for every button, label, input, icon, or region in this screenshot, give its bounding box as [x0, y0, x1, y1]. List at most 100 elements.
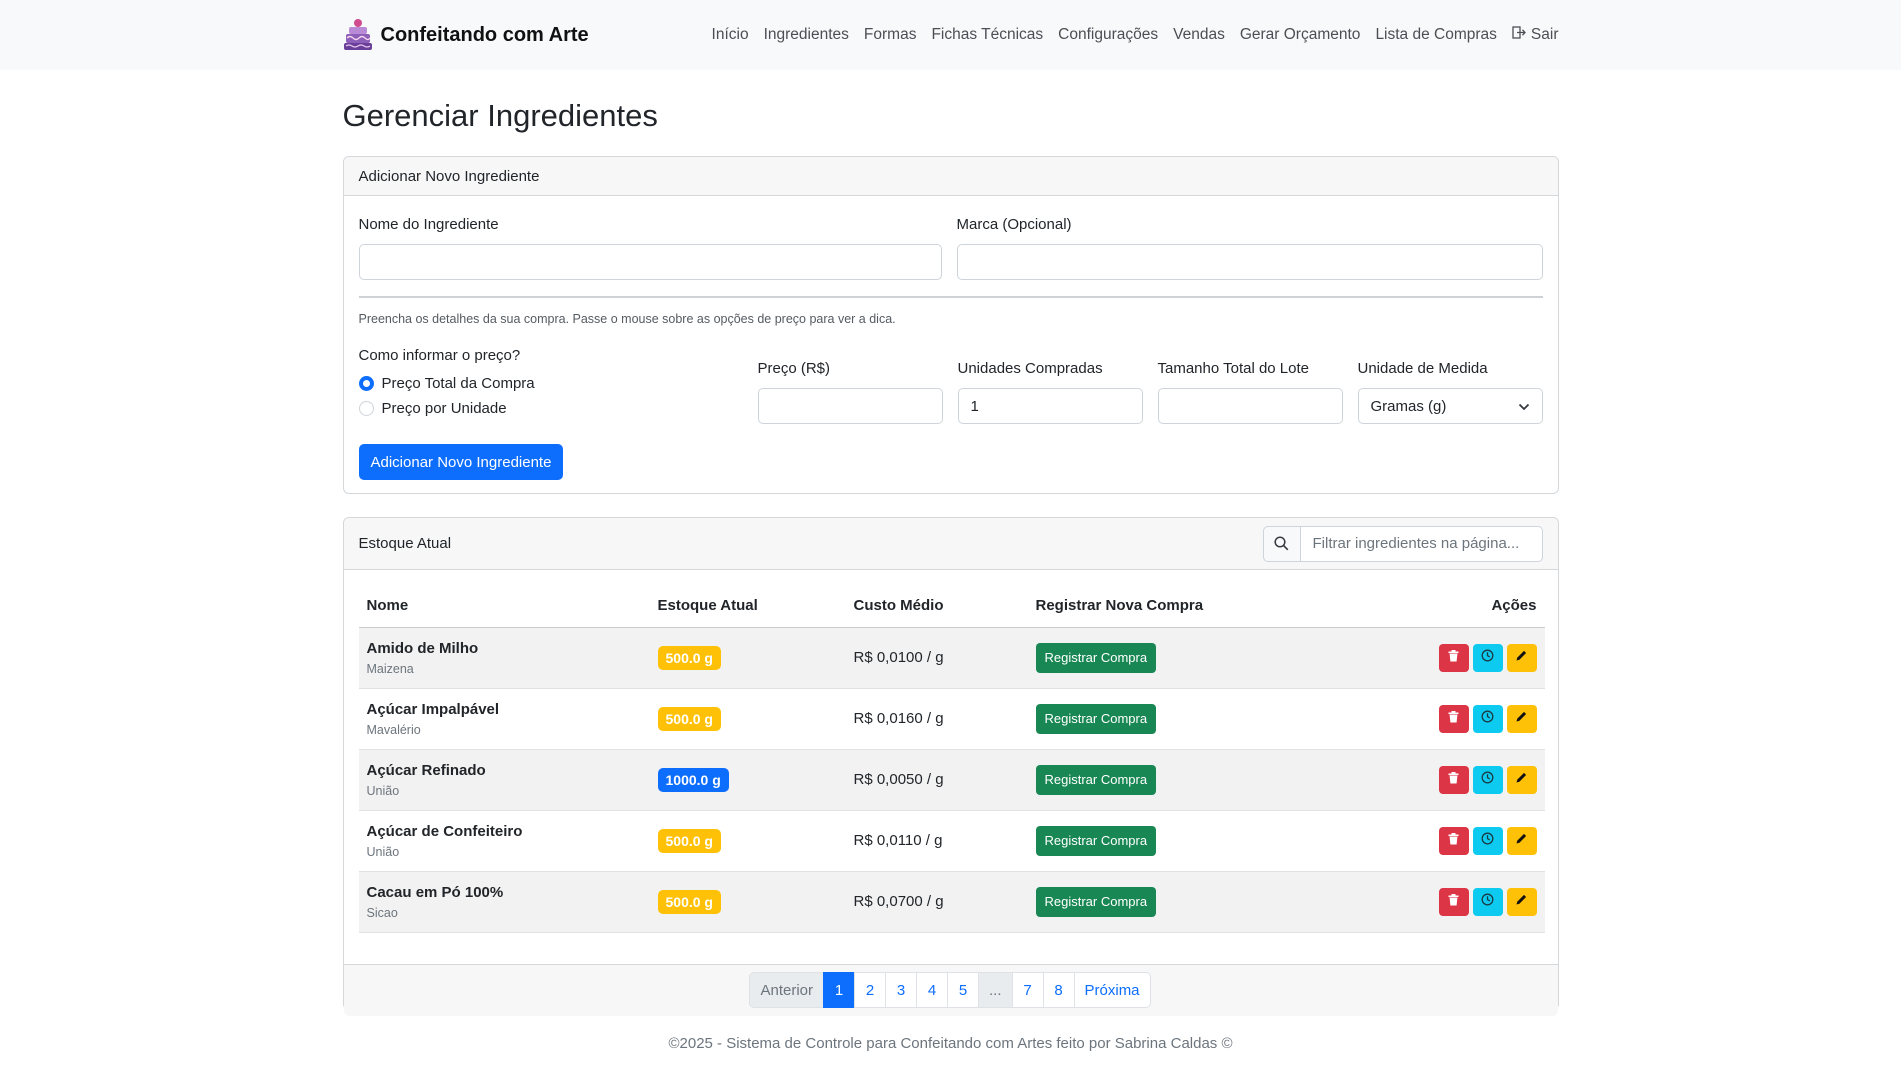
add-ingredient-card: Adicionar Novo Ingrediente Nome do Ingre…: [342, 156, 1559, 495]
stock-badge: 1000.0 g: [657, 767, 729, 792]
cell-name: Açúcar Impalpável Mavalério: [358, 688, 650, 750]
stock-header: Estoque Atual Filtrar ingredientes na pá…: [343, 518, 1558, 570]
pagination-page[interactable]: 1: [823, 972, 855, 1008]
edit-button[interactable]: [1506, 643, 1537, 672]
unit-select[interactable]: Gramas (g): [1357, 388, 1543, 424]
pagination-ellipsis: ...: [978, 972, 1013, 1008]
lot-size-input[interactable]: [1157, 388, 1343, 424]
cell-stock: 1000.0 g: [649, 749, 846, 811]
add-ingredient-button[interactable]: Adicionar Novo Ingrediente: [358, 444, 564, 480]
nav-ingredientes[interactable]: Ingredientes: [764, 26, 849, 44]
logout-link[interactable]: Sair: [1512, 26, 1559, 44]
pagination-page[interactable]: 5: [947, 972, 979, 1008]
name-label: Nome do Ingrediente: [358, 216, 499, 233]
col-nome: Nome: [358, 584, 650, 628]
unit-select-value: Gramas (g): [1370, 397, 1447, 415]
price-label: Preço (R$): [757, 360, 831, 377]
trash-icon: [1448, 710, 1459, 727]
delete-button[interactable]: [1438, 826, 1469, 855]
history-button[interactable]: [1472, 765, 1503, 794]
edit-button[interactable]: [1506, 887, 1537, 916]
pagination-page[interactable]: 8: [1042, 972, 1075, 1008]
cell-register: Registrar Compra: [1027, 749, 1298, 811]
price-mode-total-radio[interactable]: Preço Total da Compra: [358, 371, 758, 396]
cell-register: Registrar Compra: [1027, 688, 1298, 750]
cell-stock: 500.0 g: [649, 810, 846, 872]
history-button[interactable]: [1472, 887, 1503, 916]
ingredient-brand: Mavalério: [366, 722, 421, 737]
history-button[interactable]: [1472, 643, 1503, 672]
logout-icon: [1512, 26, 1527, 44]
add-ingredient-form: Nome do Ingrediente Marca (Opcional) Pre…: [344, 196, 1558, 495]
col-custo: Custo Médio: [845, 584, 1028, 628]
price-mode-group: Como informar o preço? Preço Total da Co…: [358, 346, 758, 424]
pagination-page[interactable]: 3: [885, 972, 917, 1008]
pencil-icon: [1515, 832, 1528, 849]
filter-input[interactable]: Filtrar ingredientes na página...: [1300, 525, 1543, 562]
cell-stock: 500.0 g: [649, 688, 846, 750]
delete-button[interactable]: [1438, 765, 1469, 794]
brand[interactable]: Confeitando com Arte: [343, 18, 589, 52]
table-header-row: Nome Estoque Atual Custo Médio Registrar…: [358, 584, 1545, 628]
register-purchase-button[interactable]: Registrar Compra: [1035, 825, 1157, 856]
edit-button[interactable]: [1506, 704, 1537, 733]
edit-button[interactable]: [1506, 826, 1537, 855]
price-input[interactable]: [757, 388, 943, 424]
register-purchase-button[interactable]: Registrar Compra: [1035, 642, 1157, 673]
nav-lista-de-compras[interactable]: Lista de Compras: [1375, 26, 1496, 44]
delete-button[interactable]: [1438, 887, 1469, 916]
nav-configuracoes[interactable]: Configurações: [1058, 26, 1158, 44]
pencil-icon: [1515, 649, 1528, 666]
trash-icon: [1448, 771, 1459, 788]
pagination-next[interactable]: Próxima: [1073, 972, 1151, 1008]
nav-gerar-orcamento[interactable]: Gerar Orçamento: [1240, 26, 1361, 44]
chevron-down-icon: [1518, 398, 1530, 415]
price-mode-total-label: Preço Total da Compra: [381, 375, 535, 392]
register-purchase-button[interactable]: Registrar Compra: [1035, 764, 1157, 795]
register-purchase-button[interactable]: Registrar Compra: [1035, 703, 1157, 734]
register-purchase-button[interactable]: Registrar Compra: [1035, 886, 1157, 917]
cell-register: Registrar Compra: [1027, 627, 1298, 689]
table-row: Açúcar Refinado União 1000.0 g R$ 0,0050…: [358, 749, 1545, 811]
price-mode-question: Como informar o preço?: [358, 347, 521, 364]
navbar: Confeitando com Arte Início Ingredientes…: [0, 0, 1901, 70]
pencil-icon: [1515, 893, 1528, 910]
clock-icon: [1481, 771, 1494, 788]
ingredient-brand: Maizena: [366, 661, 414, 676]
nav-vendas[interactable]: Vendas: [1173, 26, 1225, 44]
ingredient-brand-input[interactable]: [956, 244, 1543, 280]
col-estoque: Estoque Atual: [649, 584, 846, 628]
ingredient-name: Açúcar Impalpável: [366, 700, 500, 718]
brand-name: Confeitando com Arte: [380, 23, 589, 46]
trash-icon: [1448, 893, 1459, 910]
lot-field-group: Tamanho Total do Lote: [1157, 359, 1343, 424]
cell-cost: R$ 0,0110 / g: [845, 810, 1028, 872]
ingredient-name: Açúcar Refinado: [366, 761, 486, 779]
units-input[interactable]: [957, 388, 1143, 424]
pagination-bar: Anterior 1 2 3 4 5... 7 8 Próxima: [343, 963, 1558, 1016]
nav-formas[interactable]: Formas: [864, 26, 917, 44]
history-button[interactable]: [1472, 826, 1503, 855]
history-button[interactable]: [1472, 704, 1503, 733]
ingredient-brand: União: [366, 783, 400, 798]
radio-checked[interactable]: [358, 376, 374, 391]
price-field-group: Preço (R$): [757, 359, 943, 424]
table-row: Açúcar de Confeiteiro União 500.0 g R$ 0…: [358, 810, 1545, 872]
pagination-page[interactable]: 2: [854, 972, 886, 1008]
pagination-page[interactable]: 4: [916, 972, 948, 1008]
pagination: Anterior 1 2 3 4 5... 7 8 Próxima: [749, 972, 1151, 1008]
nav-inicio[interactable]: Início: [712, 26, 749, 44]
ingredient-name-input[interactable]: [358, 244, 942, 280]
edit-button[interactable]: [1506, 765, 1537, 794]
pagination-page[interactable]: 7: [1011, 972, 1044, 1008]
nav-fichas-tecnicas[interactable]: Fichas Técnicas: [931, 26, 1043, 44]
ingredient-name: Cacau em Pó 100%: [366, 883, 504, 901]
price-mode-unit-radio[interactable]: Preço por Unidade: [358, 396, 758, 421]
brand-field-group: Marca (Opcional): [956, 215, 1543, 280]
ingredient-brand: União: [366, 844, 400, 859]
delete-button[interactable]: [1438, 643, 1469, 672]
units-field-group: Unidades Compradas: [957, 359, 1143, 424]
pencil-icon: [1515, 710, 1528, 727]
radio-unchecked[interactable]: [358, 401, 374, 416]
delete-button[interactable]: [1438, 704, 1469, 733]
